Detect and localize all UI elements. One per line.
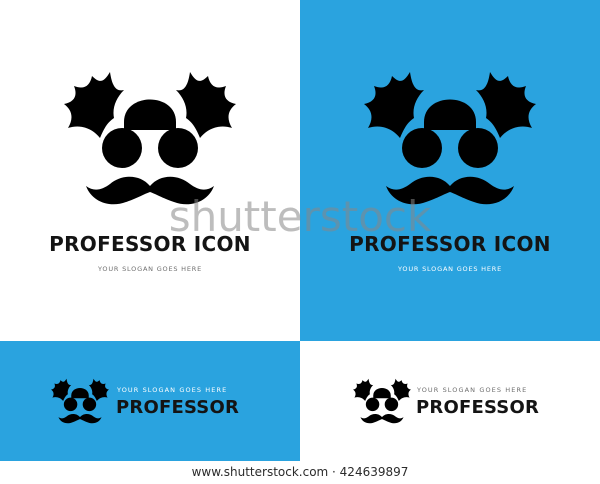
logo-slogan: YOUR SLOGAN GOES HERE [398,265,502,273]
footer-bar: www.shutterstock.com · 424639897 [0,461,600,484]
watermark: shutterstock [168,192,432,241]
variant-panel-blue-horizontal: YOUR SLOGAN GOES HERE PROFESSOR [0,341,300,461]
variant-panel-white-horizontal: YOUR SLOGAN GOES HERE PROFESSOR [300,341,600,461]
logo-title: PROFESSOR [416,397,540,418]
variant-panel-blue-large: PROFESSOR ICON YOUR SLOGAN GOES HERE [300,0,600,341]
variant-panel-white-large: PROFESSOR ICON YOUR SLOGAN GOES HERE [0,0,300,341]
professor-face-icon [47,375,113,429]
logo-title: PROFESSOR [116,397,240,418]
professor-face-icon [349,375,415,429]
logo-slogan: YOUR SLOGAN GOES HERE [98,265,202,273]
footer-text: www.shutterstock.com · 424639897 [191,465,409,479]
logo-slogan: YOUR SLOGAN GOES HERE [417,386,528,394]
logo-slogan: YOUR SLOGAN GOES HERE [117,386,228,394]
